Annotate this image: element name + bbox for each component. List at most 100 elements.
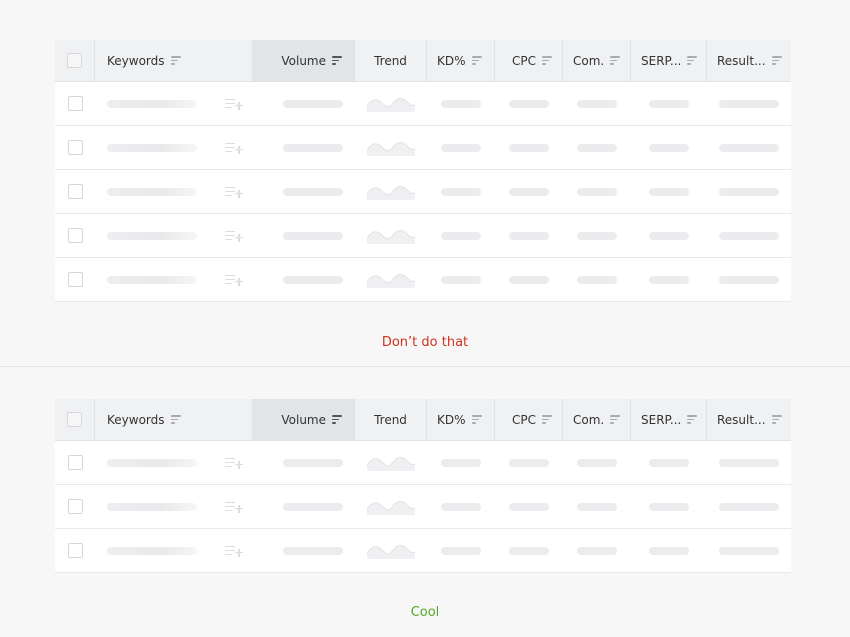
- volume-placeholder: [283, 458, 343, 467]
- keywords-table-skeleton: Keywords Volume Trend KD% CPC Com. SERP... Resu…: [55, 40, 791, 302]
- results-placeholder: [719, 231, 779, 240]
- serp-placeholder: [649, 458, 689, 467]
- column-keywords[interactable]: Keywords: [95, 399, 253, 440]
- com-placeholder: [577, 275, 617, 284]
- table-row: [55, 82, 791, 126]
- add-to-list-icon[interactable]: [225, 186, 243, 198]
- row-checkbox[interactable]: [67, 543, 83, 558]
- sort-icon: [610, 56, 621, 65]
- add-to-list-icon[interactable]: [225, 142, 243, 154]
- volume-placeholder: [283, 275, 343, 284]
- row-checkbox[interactable]: [67, 499, 83, 514]
- kd-placeholder: [441, 275, 481, 284]
- column-serp-label: SERP...: [641, 412, 682, 427]
- serp-placeholder: [649, 143, 689, 152]
- column-serp[interactable]: SERP...: [631, 40, 707, 81]
- results-placeholder: [719, 187, 779, 196]
- column-com[interactable]: Com.: [563, 399, 631, 440]
- add-to-list-icon[interactable]: [225, 230, 243, 242]
- column-results[interactable]: Result...: [707, 40, 791, 81]
- com-placeholder: [577, 99, 617, 108]
- sort-icon: [687, 56, 698, 65]
- kd-placeholder: [441, 502, 481, 511]
- column-results[interactable]: Result...: [707, 399, 791, 440]
- column-com[interactable]: Com.: [563, 40, 631, 81]
- column-cpc[interactable]: CPC: [495, 399, 563, 440]
- cpc-placeholder: [509, 458, 549, 467]
- trend-sparkline-skeleton: [367, 456, 415, 471]
- results-placeholder: [719, 546, 779, 555]
- column-kd-label: KD%: [437, 53, 466, 68]
- add-to-list-icon[interactable]: [225, 98, 243, 110]
- keyword-placeholder: [107, 143, 197, 152]
- column-serp[interactable]: SERP...: [631, 399, 707, 440]
- keyword-placeholder: [107, 546, 197, 555]
- serp-placeholder: [649, 187, 689, 196]
- cpc-placeholder: [509, 275, 549, 284]
- add-to-list-icon[interactable]: [225, 457, 243, 469]
- sort-icon: [471, 415, 482, 424]
- com-placeholder: [577, 458, 617, 467]
- select-all-checkbox[interactable]: [67, 412, 82, 427]
- bad-example-caption: Don’t do that: [381, 335, 469, 350]
- keyword-placeholder: [107, 231, 197, 240]
- column-kd[interactable]: KD%: [427, 399, 495, 440]
- table-row: [55, 485, 791, 529]
- column-results-label: Result...: [717, 412, 766, 427]
- com-placeholder: [577, 546, 617, 555]
- row-checkbox[interactable]: [67, 140, 83, 155]
- com-placeholder: [577, 231, 617, 240]
- com-placeholder: [577, 187, 617, 196]
- keyword-placeholder: [107, 99, 197, 108]
- column-cpc-label: CPC: [512, 412, 536, 427]
- sort-icon: [170, 56, 181, 65]
- column-serp-label: SERP...: [641, 53, 682, 68]
- volume-placeholder: [283, 231, 343, 240]
- select-all-checkbox[interactable]: [67, 53, 82, 68]
- column-kd[interactable]: KD%: [427, 40, 495, 81]
- keyword-placeholder: [107, 187, 197, 196]
- add-to-list-icon[interactable]: [225, 501, 243, 513]
- kd-placeholder: [441, 187, 481, 196]
- trend-sparkline-skeleton: [367, 185, 415, 200]
- column-results-label: Result...: [717, 53, 766, 68]
- column-keywords[interactable]: Keywords: [95, 40, 253, 81]
- column-cpc[interactable]: CPC: [495, 40, 563, 81]
- cpc-placeholder: [509, 187, 549, 196]
- column-volume-label: Volume: [281, 412, 326, 427]
- column-volume[interactable]: Volume: [253, 40, 355, 81]
- sort-icon: [542, 415, 552, 424]
- table-row: [55, 441, 791, 485]
- trend-sparkline-skeleton: [367, 544, 415, 559]
- column-keywords-label: Keywords: [107, 412, 165, 427]
- serp-placeholder: [649, 502, 689, 511]
- good-example-caption: Cool: [410, 605, 440, 620]
- row-checkbox[interactable]: [67, 228, 83, 243]
- add-to-list-icon[interactable]: [225, 274, 243, 286]
- serp-placeholder: [649, 231, 689, 240]
- row-checkbox[interactable]: [67, 184, 83, 199]
- column-keywords-label: Keywords: [107, 53, 165, 68]
- header-checkbox-cell: [55, 399, 95, 440]
- add-to-list-icon[interactable]: [225, 545, 243, 557]
- column-volume[interactable]: Volume: [253, 399, 355, 440]
- cpc-placeholder: [509, 143, 549, 152]
- table-row: [55, 170, 791, 214]
- row-checkbox[interactable]: [67, 96, 83, 111]
- row-checkbox[interactable]: [67, 455, 83, 470]
- cpc-placeholder: [509, 231, 549, 240]
- row-checkbox[interactable]: [67, 272, 83, 287]
- volume-placeholder: [283, 187, 343, 196]
- cpc-placeholder: [509, 99, 549, 108]
- column-com-label: Com.: [573, 412, 605, 427]
- results-placeholder: [719, 99, 779, 108]
- header-checkbox-cell: [55, 40, 95, 81]
- table-row: [55, 258, 791, 302]
- table-header: Keywords Volume Trend KD% CPC Com. SERP... Resu…: [55, 399, 791, 441]
- volume-placeholder: [283, 546, 343, 555]
- keywords-table-skeleton: Keywords Volume Trend KD% CPC Com. SERP... Resu…: [55, 399, 791, 573]
- sort-icon: [771, 56, 782, 65]
- trend-sparkline-skeleton: [367, 97, 415, 112]
- cpc-placeholder: [509, 502, 549, 511]
- sort-icon: [471, 56, 482, 65]
